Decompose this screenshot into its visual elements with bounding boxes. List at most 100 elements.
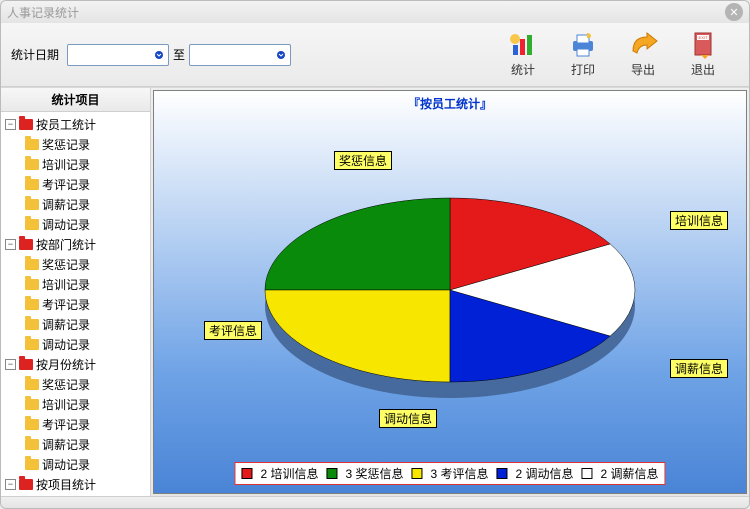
- tree-item-label: 奖惩记录: [42, 136, 90, 153]
- tree-item-label: 考评记录: [42, 296, 90, 313]
- tree-group-row[interactable]: 按员工统计: [3, 114, 148, 134]
- tree-item-label: 调薪记录: [42, 316, 90, 333]
- tree-item[interactable]: 调动记录: [3, 214, 148, 234]
- chart-area: 『按员工统计』 培训信息 奖惩信息 考评信息 调动信息 调薪信息 2 培训信息3…: [153, 90, 747, 494]
- legend-label: 2 培训信息: [260, 465, 318, 482]
- tree-item[interactable]: 培训记录: [3, 274, 148, 294]
- tree-item-label: 培训记录: [42, 156, 90, 173]
- tree-item[interactable]: 调薪记录: [3, 194, 148, 214]
- exit-label: 退出: [691, 61, 715, 78]
- stat-button[interactable]: 统计: [507, 31, 539, 78]
- folder-icon: [25, 319, 39, 330]
- body: 统计项目 按员工统计奖惩记录培训记录考评记录调薪记录调动记录按部门统计奖惩记录培…: [1, 87, 749, 496]
- tree-item[interactable]: 奖惩记录: [3, 254, 148, 274]
- tree-item[interactable]: 调动记录: [3, 334, 148, 354]
- tree-group-row[interactable]: 按部门统计: [3, 234, 148, 254]
- stat-icon: [507, 31, 539, 59]
- tree-item[interactable]: 培训记录: [3, 394, 148, 414]
- tree: 按员工统计奖惩记录培训记录考评记录调薪记录调动记录按部门统计奖惩记录培训记录考评…: [1, 112, 150, 496]
- tree-item-label: 培训记录: [42, 396, 90, 413]
- folder-icon: [25, 179, 39, 190]
- folder-icon: [25, 339, 39, 350]
- folder-icon: [25, 299, 39, 310]
- tree-item-label: 考评记录: [42, 416, 90, 433]
- tree-group-label: 按项目统计: [36, 476, 96, 493]
- folder-icon: [25, 259, 39, 270]
- legend: 2 培训信息3 奖惩信息3 考评信息2 调动信息2 调薪信息: [234, 462, 665, 485]
- exit-icon: EXIT: [687, 31, 719, 59]
- close-button[interactable]: ✕: [725, 3, 743, 21]
- collapse-icon[interactable]: [5, 479, 16, 490]
- exit-button[interactable]: EXIT 退出: [687, 31, 719, 78]
- tree-item-label: 调动记录: [42, 456, 90, 473]
- folder-icon: [25, 159, 39, 170]
- legend-swatch: [326, 468, 337, 479]
- export-button[interactable]: 导出: [627, 31, 659, 78]
- tree-item-label: 培训记录: [42, 276, 90, 293]
- date-label: 统计日期: [11, 46, 59, 63]
- export-icon: [627, 31, 659, 59]
- tree-item[interactable]: 考评记录: [3, 414, 148, 434]
- tree-item[interactable]: 调动记录: [3, 454, 148, 474]
- pie-slice: [265, 290, 450, 382]
- collapse-icon[interactable]: [5, 119, 16, 130]
- date-from-dropdown-icon[interactable]: [150, 46, 168, 64]
- sidebar-title: 统计项目: [1, 88, 150, 112]
- folder-icon: [25, 459, 39, 470]
- date-to-dropdown-icon[interactable]: [272, 46, 290, 64]
- chart-title: 『按员工统计』: [154, 91, 746, 112]
- tree-item-label: 考评记录: [42, 176, 90, 193]
- date-range: 统计日期 至: [11, 44, 291, 66]
- toolbar-buttons: 统计 打印 导出 EXIT 退出: [507, 31, 719, 78]
- legend-swatch: [411, 468, 422, 479]
- tree-item[interactable]: 考评记录: [3, 294, 148, 314]
- label-move: 调动信息: [379, 409, 437, 428]
- tree-item-label: 奖惩记录: [42, 256, 90, 273]
- print-icon: [567, 31, 599, 59]
- date-from-combo[interactable]: [67, 44, 169, 66]
- titlebar: 人事记录统计 ✕: [1, 1, 749, 23]
- folder-icon: [19, 479, 33, 490]
- tree-item[interactable]: 考评记录: [3, 174, 148, 194]
- collapse-icon[interactable]: [5, 239, 16, 250]
- tree-item[interactable]: 奖惩记录: [3, 374, 148, 394]
- legend-label: 2 调薪信息: [601, 465, 659, 482]
- folder-icon: [25, 399, 39, 410]
- print-button[interactable]: 打印: [567, 31, 599, 78]
- label-salary: 调薪信息: [670, 359, 728, 378]
- export-label: 导出: [631, 61, 655, 78]
- print-label: 打印: [571, 61, 595, 78]
- tree-item[interactable]: 奖惩记录: [3, 134, 148, 154]
- tree-group-row[interactable]: 按项目统计: [3, 474, 148, 494]
- svg-text:EXIT: EXIT: [699, 35, 708, 40]
- tree-item-label: 奖惩记录: [42, 376, 90, 393]
- tree-item[interactable]: 调薪记录: [3, 434, 148, 454]
- tree-group-label: 按部门统计: [36, 236, 96, 253]
- collapse-icon[interactable]: [5, 359, 16, 370]
- folder-icon: [19, 239, 33, 250]
- tree-group-label: 按月份统计: [36, 356, 96, 373]
- date-from-input[interactable]: [68, 46, 150, 64]
- legend-swatch: [241, 468, 252, 479]
- tree-group-row[interactable]: 按月份统计: [3, 354, 148, 374]
- tree-item-label: 调薪记录: [42, 196, 90, 213]
- folder-icon: [25, 419, 39, 430]
- toolbar: 统计日期 至 统计: [1, 23, 749, 87]
- label-reward: 奖惩信息: [334, 151, 392, 170]
- date-to-combo[interactable]: [189, 44, 291, 66]
- pie-chart: [260, 190, 640, 410]
- folder-icon: [19, 119, 33, 130]
- label-train: 培训信息: [670, 211, 728, 230]
- folder-icon: [25, 139, 39, 150]
- legend-label: 2 调动信息: [516, 465, 574, 482]
- app-window: 人事记录统计 ✕ 统计日期 至: [0, 0, 750, 509]
- legend-label: 3 奖惩信息: [345, 465, 403, 482]
- tree-item[interactable]: 调薪记录: [3, 314, 148, 334]
- tree-item[interactable]: 培训记录: [3, 154, 148, 174]
- date-to-input[interactable]: [190, 46, 272, 64]
- tree-item-label: 调动记录: [42, 336, 90, 353]
- folder-icon: [25, 279, 39, 290]
- folder-icon: [25, 439, 39, 450]
- sidebar: 统计项目 按员工统计奖惩记录培训记录考评记录调薪记录调动记录按部门统计奖惩记录培…: [1, 88, 151, 496]
- legend-swatch: [497, 468, 508, 479]
